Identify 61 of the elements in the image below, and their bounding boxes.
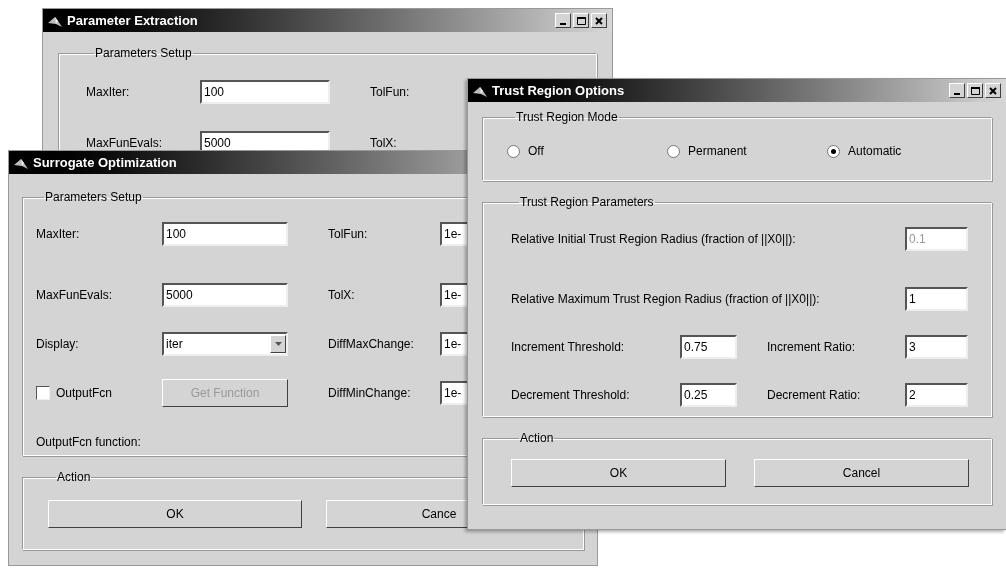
field-label: Decrement Threshold:: [511, 387, 631, 404]
input-field[interactable]: 0.25: [680, 383, 737, 407]
input-field[interactable]: 0.75: [680, 335, 737, 359]
field-label: MaxFunEvals:: [36, 286, 114, 304]
dialog-button[interactable]: OK: [511, 459, 726, 487]
close-button[interactable]: [985, 83, 1001, 98]
input-field[interactable]: 1: [905, 287, 968, 311]
radio-button[interactable]: [827, 144, 840, 158]
group-title: Parameters Setup: [44, 189, 143, 206]
close-icon: [595, 16, 603, 25]
field-label: OutputFcn function:: [36, 433, 141, 451]
input-field[interactable]: 2: [905, 383, 968, 407]
radio-button[interactable]: [667, 144, 680, 158]
input-field[interactable]: 5000: [162, 282, 288, 307]
dialog-button[interactable]: OK: [48, 500, 302, 528]
field-label: Decrement Ratio:: [767, 387, 862, 404]
window-title: Parameter Extraction: [67, 11, 198, 30]
field-label: MaxFunEvals:: [86, 135, 164, 152]
radio-label: Automatic: [848, 143, 902, 160]
field-label: Relative Initial Trust Region Radius (fraction of ||X0||):: [511, 231, 797, 248]
field-label: Increment Ratio:: [767, 339, 857, 356]
field-label: Display:: [36, 335, 80, 353]
radio-label: Permanent: [688, 143, 747, 160]
dropdown-arrow-button[interactable]: [270, 334, 286, 353]
group-title: Action: [56, 469, 92, 486]
maximize-button[interactable]: [573, 13, 589, 28]
input-field[interactable]: 100: [162, 222, 288, 246]
field-label: TolFun:: [328, 226, 369, 243]
group-title: Parameters Setup: [94, 45, 193, 62]
minimize-icon: [954, 92, 960, 95]
group-title: Trust Region Mode: [515, 109, 619, 126]
window-title: Trust Region Options: [492, 81, 625, 100]
maximize-button[interactable]: [967, 83, 983, 98]
field-label: TolFun:: [370, 84, 411, 101]
maximize-icon: [576, 16, 586, 25]
radio-label: Off: [528, 143, 544, 160]
input-field[interactable]: 100: [200, 80, 330, 104]
dropdown-field[interactable]: iter: [162, 331, 288, 356]
checkbox[interactable]: [36, 385, 50, 400]
field-label: MaxIter:: [36, 226, 81, 243]
maximize-icon: [970, 86, 980, 95]
field-label: DiffMaxChange:: [328, 335, 415, 353]
radio-button[interactable]: [507, 144, 520, 158]
input-field[interactable]: 3: [905, 335, 968, 359]
minimize-button[interactable]: [555, 13, 571, 28]
close-icon: [989, 86, 997, 95]
group-title: Action: [519, 430, 555, 447]
field-label: MaxIter:: [86, 84, 131, 101]
close-button[interactable]: [591, 13, 607, 28]
group-title: Trust Region Parameters: [519, 194, 655, 211]
field-label: TolX:: [328, 286, 356, 304]
dialog-button[interactable]: Cancel: [754, 459, 969, 487]
window-title: Surrogate Optimization: [33, 153, 177, 172]
field-label: DiffMinChange:: [328, 384, 412, 402]
field-label: Increment Threshold:: [511, 339, 626, 356]
caret-icon: [274, 341, 282, 346]
minimize-button[interactable]: [949, 83, 965, 98]
field-label: TolX:: [370, 135, 398, 152]
checkbox-label: OutputFcn: [56, 384, 113, 402]
field-label: Relative Maximum Trust Region Radius (fraction of ||X0||):: [511, 291, 821, 308]
minimize-icon: [560, 22, 566, 25]
